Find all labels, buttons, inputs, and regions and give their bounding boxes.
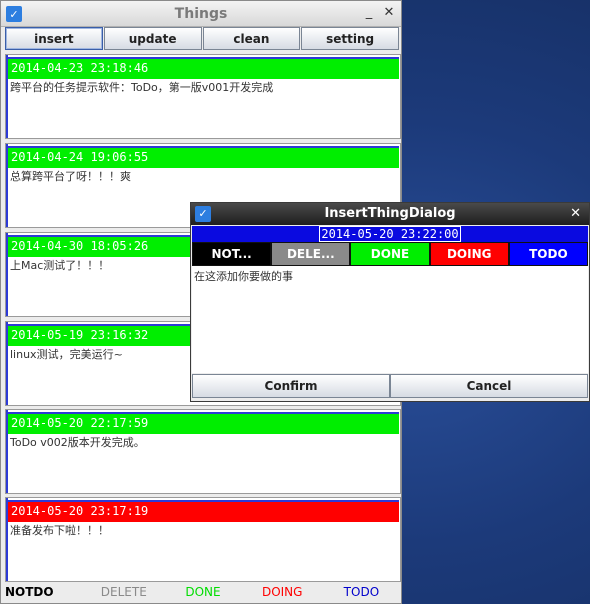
status-notdo-button[interactable]: NOT... (192, 242, 272, 266)
status-legend: NOTDO DELETE DONE DOING TODO (1, 583, 401, 603)
cancel-button[interactable]: Cancel (390, 374, 588, 398)
update-button[interactable]: update (103, 27, 202, 50)
thing-timestamp: 2014-05-20 23:17:19 (8, 500, 399, 522)
legend-todo: TODO (343, 585, 380, 599)
status-doing-button[interactable]: DOING (429, 242, 509, 266)
datetime-bar: 2014-05-20 23:22:00 (192, 226, 588, 242)
window-title: Things (174, 6, 228, 22)
setting-button[interactable]: setting (301, 27, 399, 50)
thing-card[interactable]: 2014-05-20 23:17:19 准备发布下啦！！！ (5, 497, 401, 582)
clean-button[interactable]: clean (202, 27, 301, 50)
status-todo-button[interactable]: TODO (508, 242, 589, 266)
thing-text: ToDo v002版本开发完成。 (10, 436, 145, 449)
insert-thing-dialog: ✓ InsertThingDialog ✕ 2014-05-20 23:22:0… (190, 202, 590, 402)
legend-done: DONE (185, 585, 221, 599)
thing-card[interactable]: 2014-05-20 22:17:59 ToDo v002版本开发完成。 (5, 409, 401, 494)
thing-text: 总算跨平台了呀！！！爽 (10, 170, 131, 183)
thing-content-input[interactable]: 在这添加你要做的事 (192, 266, 588, 373)
app-check-icon: ✓ (195, 206, 211, 222)
thing-timestamp: 2014-04-23 23:18:46 (8, 57, 399, 79)
close-icon[interactable]: ✕ (381, 5, 397, 21)
legend-delete: DELETE (100, 585, 147, 599)
insert-button[interactable]: insert (5, 27, 103, 50)
thing-timestamp: 2014-04-24 19:06:55 (8, 146, 399, 168)
close-icon[interactable]: ✕ (570, 203, 581, 225)
dialog-title-bar[interactable]: ✓ InsertThingDialog ✕ (191, 203, 589, 225)
thing-timestamp: 2014-05-20 22:17:59 (8, 412, 399, 434)
datetime-field[interactable]: 2014-05-20 23:22:00 (319, 226, 461, 242)
title-bar[interactable]: ✓ Things _ ✕ (1, 1, 401, 27)
dialog-title: InsertThingDialog (324, 206, 456, 221)
legend-notdo: NOTDO (5, 585, 54, 599)
thing-text: 准备发布下啦！！！ (10, 524, 109, 537)
confirm-button[interactable]: Confirm (192, 374, 390, 398)
status-delete-button[interactable]: DELE... (271, 242, 351, 266)
status-done-button[interactable]: DONE (350, 242, 430, 266)
dialog-actions: Confirm Cancel (192, 374, 588, 398)
thing-text: 跨平台的任务提示软件：ToDo，第一版v001开发完成 (10, 81, 274, 94)
minimize-icon[interactable]: _ (361, 5, 377, 21)
status-selector: NOT... DELE... DONE DOING TODO (192, 242, 589, 266)
toolbar: insert update clean setting (5, 27, 399, 50)
thing-card[interactable]: 2014-04-23 23:18:46 跨平台的任务提示软件：ToDo，第一版v… (5, 54, 401, 139)
legend-doing: DOING (261, 585, 303, 599)
